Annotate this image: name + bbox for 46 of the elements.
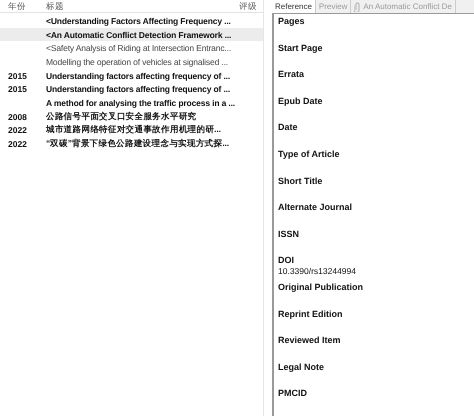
field-label: Alternate Journal	[278, 202, 354, 214]
column-header[interactable]: 标题	[46, 0, 236, 12]
field-label: Original Publication	[278, 282, 364, 293]
table-row[interactable]: 2022 城市道路网络特征对交通事故作用机理的研...	[0, 124, 263, 138]
column-header[interactable]: 年份	[0, 0, 46, 12]
table-row[interactable]: 2022 “双碳”背景下绿色公路建设理念与实现方式探...	[0, 137, 263, 151]
table-row[interactable]: <Safety Analysis of Riding at Intersection Entranc...	[0, 41, 263, 56]
title-cell: <An Automatic Conflict Detection Framework ...	[46, 30, 232, 40]
field-label: Epub Date	[278, 96, 324, 107]
title-cell: 公路信号平面交叉口安全服务水平研究	[46, 110, 196, 123]
field-label: PMCID	[278, 388, 308, 400]
year-cell-text: 2015	[7, 84, 28, 94]
field-label: Reprint Edition	[278, 308, 344, 320]
field-value[interactable]: 10.3390/rs13244994	[278, 266, 474, 276]
column-header[interactable]: 评级	[239, 0, 263, 12]
field-label: Legal Note	[278, 362, 326, 373]
table-row[interactable]: <An Automatic Conflict Detection Framework ...	[0, 28, 263, 42]
field-label: Pages	[278, 16, 306, 27]
table-row[interactable]: 2015 Understanding factors affecting frequency of ...	[0, 82, 263, 96]
table-row[interactable]: 2015 Understanding factors affecting frequency of ...	[0, 68, 263, 82]
year-cell-text: 2022	[7, 139, 28, 150]
year-cell-text: 2008	[7, 112, 28, 122]
paperclip-icon	[354, 2, 362, 12]
table-row[interactable]: Modelling the operation of vehicles at signalised ...	[0, 55, 263, 69]
title-cell: A method for analysing the traffic process in a ...	[46, 98, 235, 108]
table-row[interactable]: <Understanding Factors Affecting Frequency ...	[0, 14, 263, 28]
field-label: Short Title	[278, 176, 324, 187]
title-cell: Understanding factors affecting frequency of ...	[46, 70, 230, 81]
tab[interactable]: Reference	[272, 0, 316, 13]
field-label: Errata	[278, 69, 306, 80]
title-cell: <Safety Analysis of Riding at Intersection Entranc...	[46, 43, 232, 54]
year-cell-text: 2022	[7, 125, 28, 136]
field-label: Type of Article	[278, 148, 341, 160]
table-row[interactable]: A method for analysing the traffic process in a ...	[0, 96, 263, 110]
title-cell: Modelling the operation of vehicles at signalised ...	[46, 56, 228, 67]
year-cell-text: 2015	[7, 70, 28, 81]
title-cell: “双碳”背景下绿色公路建设理念与实现方式探...	[46, 138, 229, 150]
title-cell: 城市道路网络特征对交通事故作用机理的研...	[46, 124, 221, 136]
field-label: ISSN	[278, 228, 300, 240]
field-label: Reviewed Item	[278, 335, 342, 346]
title-cell: <Understanding Factors Affecting Frequency ...	[46, 16, 231, 26]
field-label: Date	[278, 122, 299, 134]
title-cell: Understanding factors affecting frequency of ...	[46, 84, 230, 94]
table-row[interactable]: 2008 公路信号平面交叉口安全服务水平研究	[0, 110, 263, 124]
field-label: Start Page	[278, 42, 324, 54]
field-label: DOI	[278, 255, 296, 266]
